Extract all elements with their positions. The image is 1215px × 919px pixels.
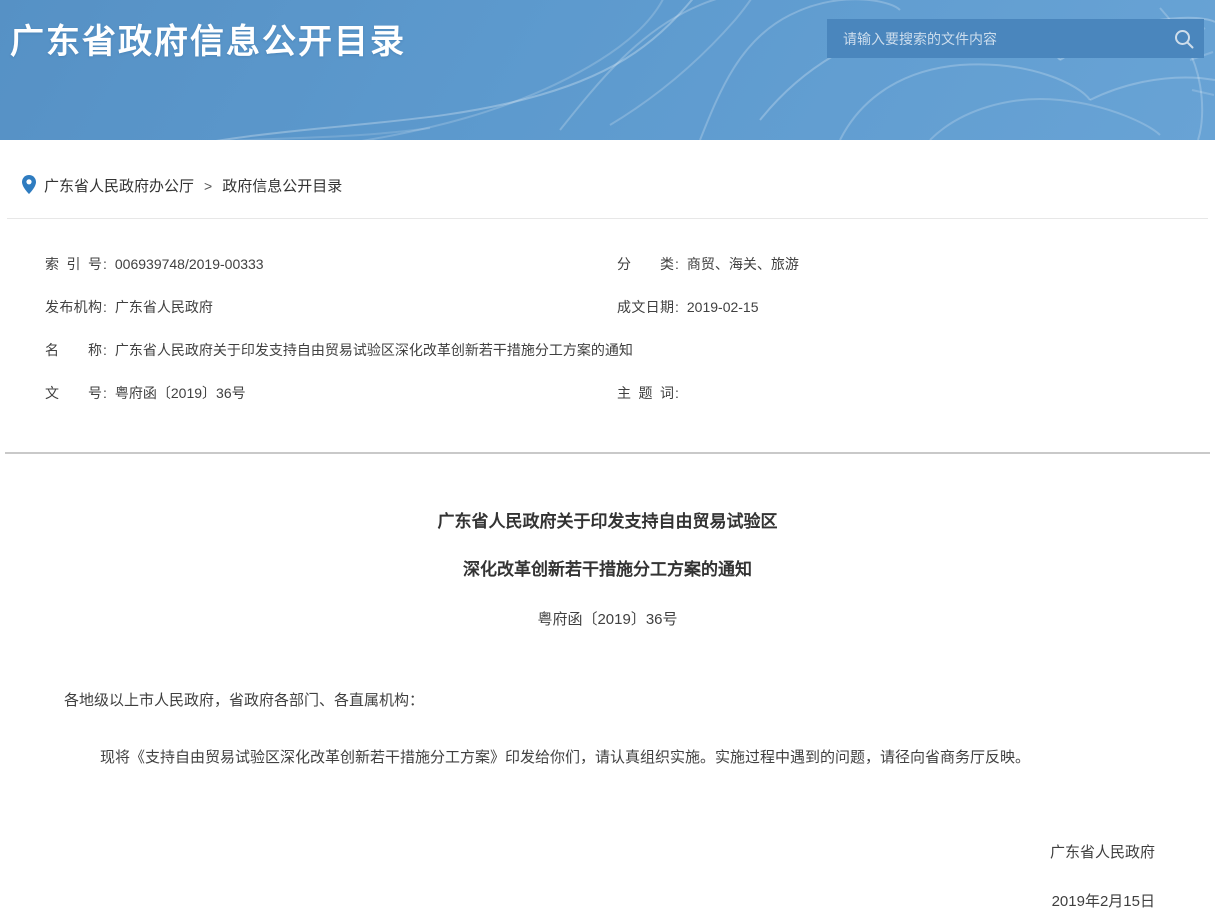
meta-index-number-label: 索引号	[45, 256, 102, 273]
meta-colon: :	[103, 256, 107, 273]
document-metadata: 索引号:006939748/2019-00333 分类:商贸、海关、旅游 发布机…	[0, 219, 1215, 402]
meta-document-number: 文号: 粤府函〔2019〕36号	[45, 385, 617, 402]
meta-issuer: 发布机构: 广东省人民政府	[45, 299, 617, 316]
page-header: 广东省政府信息公开目录	[0, 0, 1215, 140]
page: 广东省政府信息公开目录 广东省人民政府办公厅 > 政府信息公开目录 索引号:00…	[0, 0, 1215, 919]
breadcrumb: 广东省人民政府办公厅 > 政府信息公开目录	[0, 140, 1215, 200]
meta-document-name-value: 广东省人民政府关于印发支持自由贸易试验区深化改革创新若干措施分工方案的通知	[115, 342, 633, 358]
breadcrumb-separator: >	[204, 178, 212, 194]
breadcrumb-item-catalog[interactable]: 政府信息公开目录	[222, 175, 342, 196]
meta-document-number-value: 粤府函〔2019〕36号	[115, 385, 246, 401]
meta-date-written: 成文日期:2019-02-15	[617, 299, 1215, 316]
search-icon	[1173, 28, 1195, 50]
document-title-line1: 广东省人民政府关于印发支持自由贸易试验区	[0, 512, 1215, 532]
meta-date-written-value: 2019-02-15	[687, 299, 759, 315]
signature-date: 2019年2月15日	[0, 890, 1155, 911]
meta-document-number-label: 文号	[45, 385, 102, 402]
meta-keywords: 主题词:	[617, 385, 1215, 402]
search-button[interactable]	[1164, 19, 1204, 58]
location-pin-icon	[22, 175, 36, 194]
document-body: 各地级以上市人民政府，省政府各部门、各直属机构： 现将《支持自由贸易试验区深化改…	[0, 691, 1215, 767]
section-divider	[5, 452, 1210, 454]
meta-colon: :	[103, 299, 107, 316]
signature-issuer: 广东省人民政府	[0, 841, 1155, 862]
meta-category-value: 商贸、海关、旅游	[687, 256, 799, 272]
meta-date-written-label: 成文日期	[617, 299, 674, 316]
document-paragraph: 现将《支持自由贸易试验区深化改革创新若干措施分工方案》印发给你们，请认真组织实施…	[64, 748, 1155, 767]
meta-keywords-label: 主题词	[617, 385, 674, 402]
page-title: 广东省政府信息公开目录	[10, 14, 406, 63]
meta-colon: :	[103, 385, 107, 402]
document-number: 粤府函〔2019〕36号	[0, 608, 1215, 629]
meta-colon: :	[103, 342, 107, 359]
search-box	[827, 19, 1204, 58]
document-title-line2: 深化改革创新若干措施分工方案的通知	[0, 560, 1215, 580]
meta-colon: :	[675, 256, 679, 273]
breadcrumb-item-office[interactable]: 广东省人民政府办公厅	[44, 175, 194, 196]
meta-index-number: 索引号:006939748/2019-00333	[45, 256, 617, 273]
meta-document-name-label: 名称	[45, 342, 102, 359]
document-salutation: 各地级以上市人民政府，省政府各部门、各直属机构：	[64, 691, 1155, 710]
meta-colon: :	[675, 385, 679, 402]
meta-document-name: 名称: 广东省人民政府关于印发支持自由贸易试验区深化改革创新若干措施分工方案的通知	[45, 342, 1215, 359]
meta-colon: :	[675, 299, 679, 316]
search-input[interactable]	[827, 19, 1164, 58]
meta-category: 分类: 商贸、海关、旅游	[617, 256, 1215, 273]
document-content: 广东省人民政府关于印发支持自由贸易试验区 深化改革创新若干措施分工方案的通知 粤…	[0, 512, 1215, 911]
meta-issuer-value: 广东省人民政府	[115, 299, 213, 315]
meta-issuer-label: 发布机构	[45, 299, 102, 316]
meta-category-label: 分类	[617, 256, 674, 273]
signature-block: 广东省人民政府 2019年2月15日	[0, 841, 1215, 911]
meta-index-number-value: 006939748/2019-00333	[115, 256, 264, 272]
